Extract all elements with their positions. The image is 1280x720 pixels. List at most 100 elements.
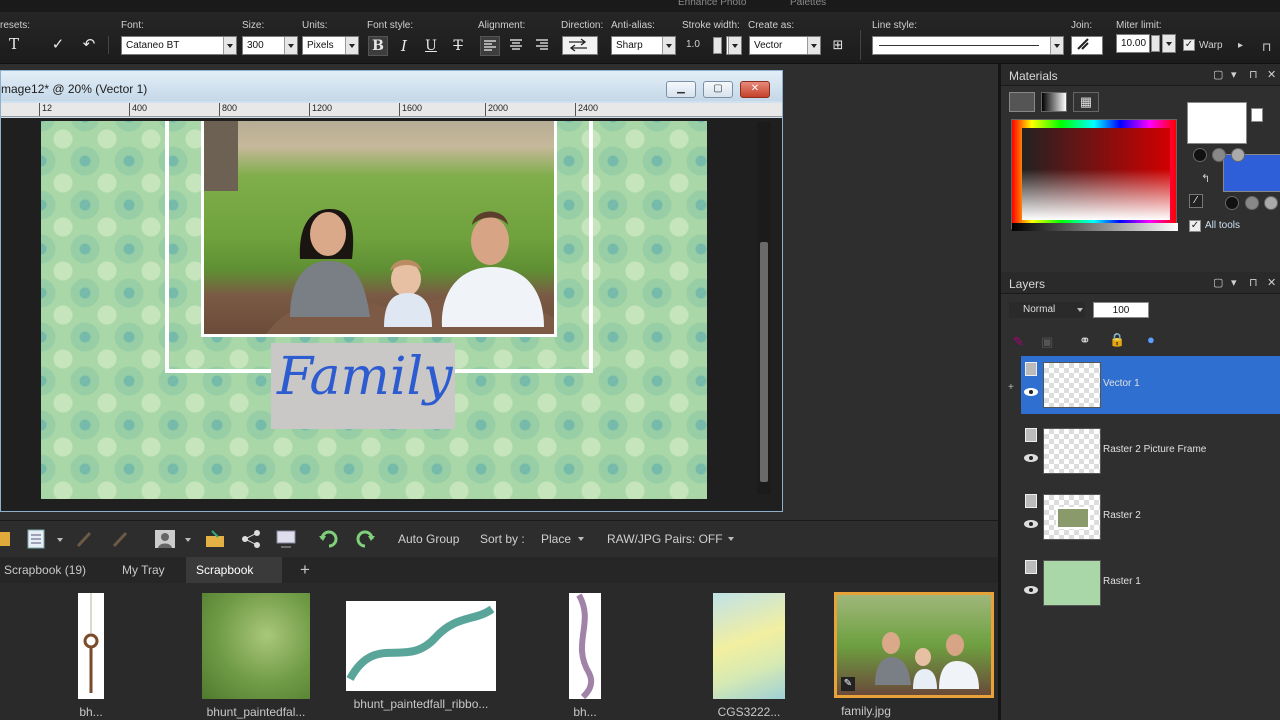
link-icon[interactable]: ⚭ (1079, 332, 1091, 349)
convert-text-icon[interactable]: ⊞ (828, 36, 848, 56)
opacity-field[interactable]: 100 (1093, 302, 1149, 318)
transparent-icon[interactable]: ⁄ (1189, 194, 1203, 208)
person-tag-icon[interactable] (154, 529, 176, 549)
miter-limit-dropdown[interactable] (1162, 34, 1176, 53)
color-picker[interactable] (1011, 119, 1178, 231)
close-panel-icon[interactable]: ✕ (1267, 68, 1276, 81)
family-vector-text[interactable]: Family (277, 347, 457, 417)
sort-by-dropdown[interactable]: Place (541, 532, 571, 546)
grayscale-strip[interactable] (1012, 223, 1178, 231)
eye-icon[interactable] (1023, 518, 1039, 530)
layer-row-raster-2[interactable]: Raster 2 (1021, 488, 1280, 546)
stroke-width-spinner[interactable] (713, 37, 722, 54)
tab-enhance-photo[interactable]: Enhance Photo (678, 0, 746, 8)
send-to-tray-icon[interactable] (204, 529, 226, 549)
close-button[interactable]: ✕ (740, 81, 770, 98)
warp-checkbox[interactable]: ✓ (1183, 39, 1195, 51)
rotate-left-icon[interactable] (318, 529, 340, 549)
more-options-icon[interactable]: ▸ (1238, 40, 1243, 51)
foreground-swatch[interactable] (1187, 102, 1247, 144)
auto-group-button[interactable]: Auto Group (398, 532, 459, 546)
color-field[interactable] (1022, 128, 1170, 220)
tab-my-tray[interactable]: My Tray (112, 557, 175, 583)
share-icon[interactable] (240, 529, 262, 549)
thumbnail-purple-ribbon[interactable] (569, 593, 601, 700)
document-titlebar[interactable]: mage12* @ 20% (Vector 1) ▁ ▢ ✕ (1, 71, 782, 101)
fg-color-mode-icon[interactable] (1193, 148, 1207, 162)
underline-button[interactable]: U (421, 36, 441, 56)
thumbnail-green-paper[interactable] (202, 593, 310, 699)
pin-panel-icon[interactable]: ⊓ (1249, 68, 1258, 81)
line-style-dropdown[interactable] (872, 36, 1064, 55)
all-tools-checkbox[interactable]: ✓ (1189, 220, 1201, 232)
direction-dropdown[interactable] (562, 36, 598, 55)
gradient-tab-icon[interactable] (1041, 92, 1067, 112)
create-as-dropdown[interactable]: Vector (749, 36, 821, 55)
size-dropdown[interactable]: 300 (242, 36, 298, 55)
fg-gradient-mode-icon[interactable] (1212, 148, 1226, 162)
bg-gradient-mode-icon[interactable] (1245, 196, 1259, 210)
pin-panel-icon[interactable]: ⊓ (1249, 276, 1258, 289)
panel-menu-icon[interactable]: ▾ (1231, 276, 1237, 289)
align-center-icon[interactable] (506, 36, 526, 56)
chevron-down-icon[interactable] (578, 537, 584, 541)
join-dropdown[interactable] (1071, 36, 1103, 55)
scrollbar-thumb[interactable] (760, 242, 768, 482)
antialias-dropdown[interactable]: Sharp (611, 36, 676, 55)
maximize-button[interactable]: ▢ (703, 81, 733, 98)
stroke-width-value[interactable]: 1.0 (686, 39, 700, 50)
list-view-icon[interactable] (26, 529, 48, 549)
fg-pattern-mode-icon[interactable] (1231, 148, 1245, 162)
blend-mode-dropdown[interactable]: Normal (1009, 302, 1085, 318)
apply-checkmark-icon[interactable]: ✓ (48, 34, 68, 54)
blue-dot-icon[interactable]: ● (1147, 332, 1155, 347)
chevron-down-icon[interactable] (728, 537, 734, 541)
organizer-menu-icon[interactable] (0, 529, 22, 549)
units-dropdown[interactable]: Pixels (302, 36, 359, 55)
restore-panel-icon[interactable]: ▢ (1213, 276, 1223, 289)
font-dropdown[interactable]: Cataneo BT (121, 36, 237, 55)
tab-scrapbook[interactable]: Scrapbook (186, 557, 282, 583)
minimize-button[interactable]: ▁ (666, 81, 696, 98)
background-swatch[interactable] (1223, 154, 1280, 192)
text-tool-icon[interactable]: T (4, 34, 24, 54)
miter-limit-spinner[interactable] (1151, 35, 1160, 52)
bold-button[interactable]: B (368, 36, 388, 56)
layer-row-raster-2-picture-frame[interactable]: Raster 2 Picture Frame (1021, 422, 1280, 480)
chevron-down-icon[interactable] (57, 538, 63, 542)
swatches-tab-icon[interactable]: ▦ (1073, 92, 1099, 112)
miter-limit-field[interactable]: 10.00 (1116, 34, 1150, 53)
chevron-down-icon[interactable] (185, 538, 191, 542)
canvas-area[interactable]: Family (1, 118, 782, 511)
thumbnail-watercolor-paper[interactable] (713, 593, 785, 699)
frame-tab-icon[interactable] (1009, 92, 1035, 112)
bg-color-mode-icon[interactable] (1225, 196, 1239, 210)
pin-icon[interactable]: ⊓ (1262, 40, 1271, 54)
stroke-width-dropdown[interactable] (726, 36, 742, 55)
eye-icon[interactable] (1023, 386, 1039, 398)
raw-jpg-pairs-dropdown[interactable]: RAW/JPG Pairs: OFF (607, 532, 723, 546)
vertical-scrollbar[interactable] (757, 122, 771, 494)
new-layer-icon[interactable]: ✎ (1013, 334, 1024, 350)
strikethrough-button[interactable]: T (448, 36, 468, 56)
brush-icon[interactable] (74, 529, 96, 549)
bg-pattern-mode-icon[interactable] (1264, 196, 1278, 210)
eye-icon[interactable] (1023, 584, 1039, 596)
thumbnail-family-photo[interactable]: ✎ (834, 592, 994, 698)
swap-mini-swatch[interactable] (1251, 108, 1263, 122)
scrapbook-page[interactable]: Family (41, 121, 707, 499)
eye-icon[interactable] (1023, 452, 1039, 464)
italic-button[interactable]: I (394, 36, 414, 56)
align-left-icon[interactable] (480, 36, 500, 56)
align-right-icon[interactable] (532, 36, 552, 56)
tab-palettes[interactable]: Palettes (790, 0, 826, 8)
panel-menu-icon[interactable]: ▾ (1231, 68, 1237, 81)
swap-colors-icon[interactable]: ↰ (1201, 172, 1210, 185)
undo-icon[interactable]: ↶ (79, 34, 99, 54)
thumbnail-key-charm[interactable] (78, 593, 104, 699)
layer-row-vector-1[interactable]: Vector 1 (1021, 356, 1280, 414)
layer-row-raster-1[interactable]: Raster 1 (1021, 554, 1280, 612)
thumbnail-ribbon[interactable] (346, 601, 496, 691)
restore-panel-icon[interactable]: ▢ (1213, 68, 1223, 81)
expand-icon[interactable]: + (1008, 382, 1014, 393)
